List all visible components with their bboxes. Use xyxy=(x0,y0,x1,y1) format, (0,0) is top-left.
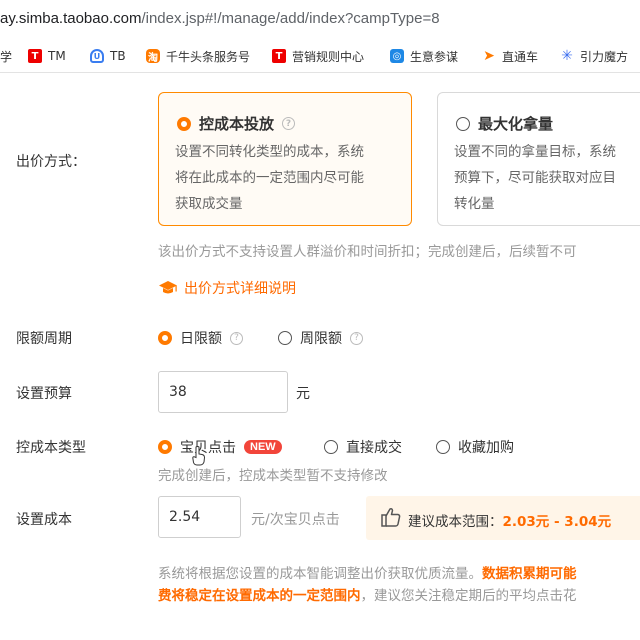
cost-type-note: 完成创建后，控成本类型暂不支持修改 xyxy=(158,468,388,484)
bid-option-max-volume[interactable]: 最大化拿量 设置不同的拿量目标，系统 预算下，尽可能获取对应目 转化量 xyxy=(437,92,640,226)
radio-checked[interactable] xyxy=(158,331,172,345)
tmall-icon: T xyxy=(28,49,42,63)
option-label: 宝贝点击 xyxy=(180,440,236,456)
help-icon[interactable]: ? xyxy=(350,331,363,345)
budget-input[interactable]: 38 xyxy=(158,371,288,413)
help-icon[interactable]: ? xyxy=(230,331,243,345)
option-label: 直接成交 xyxy=(346,440,402,456)
help-icon[interactable]: ? xyxy=(282,117,296,130)
limit-period-label: 限额周期 xyxy=(16,331,72,347)
cost-type-option-deal[interactable]: 直接成交 xyxy=(324,437,402,457)
suggest-text: 建议成本范围：2.03元 - 3.04元 xyxy=(408,514,612,530)
new-badge: NEW xyxy=(244,440,282,454)
bookmark-item[interactable]: 淘 千牛头条服务号 xyxy=(146,46,250,66)
bookmarks-bar: 学 T TM U TB 淘 千牛头条服务号 T 营销规则中心 ◎ 生意参谋 ➤ … xyxy=(0,40,640,73)
address-bar[interactable]: ay.simba.taobao.com/index.jsp#!/manage/a… xyxy=(0,0,640,40)
qianniu-icon: 淘 xyxy=(146,49,160,64)
bookmark-label: 营销规则中心 xyxy=(292,49,365,64)
cost-type-option-favorite[interactable]: 收藏加购 xyxy=(436,437,514,457)
detail-link-text: 出价方式详细说明 xyxy=(184,281,296,297)
bid-option-title: 最大化拿量 xyxy=(478,115,554,133)
cost-type-label: 控成本类型 xyxy=(16,440,86,456)
radio-checked[interactable] xyxy=(177,116,191,131)
bookmark-label: TM xyxy=(48,49,66,63)
bookmark-item[interactable]: U TB xyxy=(90,46,126,66)
bookmark-label: 生意参谋 xyxy=(410,49,459,64)
bookmark-item[interactable]: 学 xyxy=(0,46,12,66)
bid-option-control-cost[interactable]: 控成本投放 ? 设置不同转化类型的成本，系统 将在此成本的一定范围内尽可能 获取… xyxy=(158,92,412,226)
shengyi-icon: ◎ xyxy=(390,49,404,63)
bid-option-desc: 设置不同的拿量目标，系统 预算下，尽可能获取对应目 转化量 xyxy=(454,144,616,212)
budget-unit: 元 xyxy=(296,386,310,402)
bookmark-item[interactable]: ✳ 引力魔方 xyxy=(560,46,628,66)
url-text[interactable]: ay.simba.taobao.com/index.jsp#!/manage/a… xyxy=(0,10,440,27)
limit-option-daily[interactable]: 日限额 ? xyxy=(158,328,243,348)
bookmark-label: 学 xyxy=(0,49,13,64)
tmall-icon: T xyxy=(272,49,286,63)
bookmark-item[interactable]: T 营销规则中心 xyxy=(272,46,364,66)
suggest-range: 2.03元 - 3.04元 xyxy=(502,514,612,530)
bookmark-item[interactable]: ➤ 直通车 xyxy=(482,46,538,66)
bookmark-label: 引力魔方 xyxy=(580,49,629,64)
suggest-cost-tip: 建议成本范围：2.03元 - 3.04元 xyxy=(366,496,640,540)
url-path: /index.jsp#!/manage/add/index?campType=8 xyxy=(141,10,440,27)
footer-note-line2: 费将稳定在设置成本的一定范围内，建议您关注稳定期后的平均点击花 xyxy=(158,588,577,604)
limit-option-weekly[interactable]: 周限额 ? xyxy=(278,328,363,348)
url-host: ay.simba.taobao.com xyxy=(0,10,142,27)
bookmark-label: TB xyxy=(110,49,126,63)
taobao-icon: U xyxy=(90,49,104,63)
option-label: 收藏加购 xyxy=(458,440,514,456)
radio-unchecked[interactable] xyxy=(436,440,450,454)
radio-unchecked[interactable] xyxy=(324,440,338,454)
bid-method-detail-link[interactable]: 出价方式详细说明 xyxy=(158,278,296,298)
budget-label: 设置预算 xyxy=(16,386,72,402)
radio-unchecked[interactable] xyxy=(456,116,470,131)
bid-method-label: 出价方式： xyxy=(16,154,86,170)
radio-unchecked[interactable] xyxy=(278,331,292,345)
bookmark-label: 直通车 xyxy=(502,49,539,64)
bid-method-note: 该出价方式不支持设置人群溢价和时间折扣；完成创建后，后续暂不可 xyxy=(158,244,577,260)
option-label: 周限额 xyxy=(300,331,342,347)
graduation-cap-icon xyxy=(159,281,177,294)
radio-checked[interactable] xyxy=(158,440,172,454)
ztc-icon: ➤ xyxy=(483,48,495,64)
cost-unit: 元/次宝贝点击 xyxy=(251,512,340,528)
bid-option-desc: 设置不同转化类型的成本，系统 将在此成本的一定范围内尽可能 获取成交量 xyxy=(175,144,364,212)
cost-type-option-click[interactable]: 宝贝点击 NEW xyxy=(158,437,282,457)
option-label: 日限额 xyxy=(180,331,222,347)
thumbs-up-icon xyxy=(381,507,401,527)
bookmark-item[interactable]: T TM xyxy=(28,46,66,66)
cost-input[interactable]: 2.54 xyxy=(158,496,241,538)
bid-option-title: 控成本投放 xyxy=(199,115,275,133)
yinli-icon: ✳ xyxy=(561,48,573,64)
bookmark-item[interactable]: ◎ 生意参谋 xyxy=(390,46,458,66)
cost-label: 设置成本 xyxy=(16,512,72,528)
hand-cursor-icon xyxy=(192,446,206,466)
bookmark-label: 千牛头条服务号 xyxy=(166,49,251,64)
footer-note-line1: 系统将根据您设置的成本智能调整出价获取优质流量。数据积累期可能 xyxy=(158,566,577,582)
